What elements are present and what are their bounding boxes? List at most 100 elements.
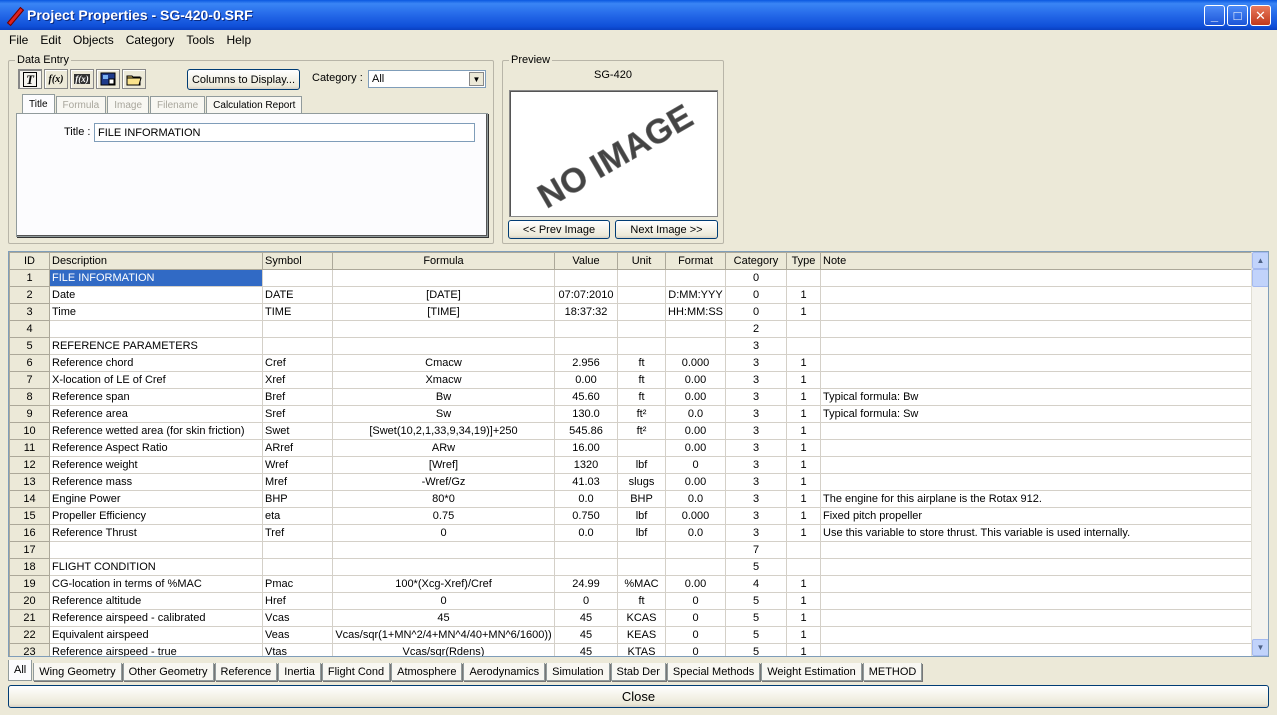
cell-value[interactable] xyxy=(554,541,618,559)
cell-format[interactable]: D:MM:YYY xyxy=(665,286,726,304)
cell-description[interactable]: Reference mass xyxy=(49,473,263,491)
scroll-thumb[interactable] xyxy=(1252,269,1268,287)
cell-format[interactable]: 0.0 xyxy=(665,490,726,508)
cell-format[interactable]: 0.00 xyxy=(665,422,726,440)
tab-aerodynamics[interactable]: Aerodynamics xyxy=(463,663,546,681)
cell-note[interactable] xyxy=(820,422,1257,440)
cell-formula[interactable] xyxy=(332,337,555,355)
table-row[interactable]: 17 7 xyxy=(9,541,1257,559)
cell-description[interactable]: REFERENCE PARAMETERS xyxy=(49,337,263,355)
cell-id[interactable]: 16 xyxy=(9,524,50,542)
cell-type[interactable] xyxy=(786,558,821,576)
cell-description[interactable]: X-location of LE of Cref xyxy=(49,371,263,389)
cell-id[interactable]: 4 xyxy=(9,320,50,338)
cell-description[interactable]: Reference wetted area (for skin friction… xyxy=(49,422,263,440)
cell-format[interactable]: 0 xyxy=(665,609,726,627)
cell-id[interactable]: 14 xyxy=(9,490,50,508)
cell-value[interactable]: 2.956 xyxy=(554,354,618,372)
menu-file[interactable]: File xyxy=(3,33,34,47)
cell-category[interactable]: 0 xyxy=(725,269,787,287)
cell-symbol[interactable]: Veas xyxy=(262,626,333,644)
cell-id[interactable]: 23 xyxy=(9,643,50,656)
cell-value[interactable]: 0 xyxy=(554,592,618,610)
cell-unit[interactable] xyxy=(617,286,666,304)
cell-value[interactable]: 41.03 xyxy=(554,473,618,491)
cell-category[interactable]: 3 xyxy=(725,490,787,508)
cell-formula[interactable] xyxy=(332,320,555,338)
cell-format[interactable] xyxy=(665,269,726,287)
cell-description[interactable]: Time xyxy=(49,303,263,321)
cell-formula[interactable]: Sw xyxy=(332,405,555,423)
cell-type[interactable]: 1 xyxy=(786,286,821,304)
cell-value[interactable] xyxy=(554,269,618,287)
cell-note[interactable] xyxy=(820,643,1257,656)
cell-id[interactable]: 9 xyxy=(9,405,50,423)
cell-format[interactable]: 0.00 xyxy=(665,473,726,491)
cell-id[interactable]: 17 xyxy=(9,541,50,559)
minimize-button[interactable]: _ xyxy=(1204,5,1225,26)
cell-note[interactable] xyxy=(820,626,1257,644)
cell-type[interactable] xyxy=(786,337,821,355)
vertical-scrollbar[interactable]: ▲ ▼ xyxy=(1251,252,1268,656)
cell-id[interactable]: 22 xyxy=(9,626,50,644)
close-window-button[interactable]: ✕ xyxy=(1250,5,1271,26)
cell-description[interactable] xyxy=(49,320,263,338)
cell-category[interactable]: 0 xyxy=(725,303,787,321)
cell-description[interactable]: Reference area xyxy=(49,405,263,423)
cell-id[interactable]: 1 xyxy=(9,269,50,287)
cell-value[interactable]: 0.0 xyxy=(554,490,618,508)
table-row[interactable]: 19 CG-location in terms of %MAC Pmac 100*(X… xyxy=(9,575,1257,593)
prev-image-button[interactable]: << Prev Image xyxy=(508,220,610,239)
title-field[interactable]: FILE INFORMATION xyxy=(94,123,475,142)
table-row[interactable]: 42 xyxy=(9,320,1257,338)
cell-category[interactable]: 3 xyxy=(725,456,787,474)
cell-id[interactable]: 5 xyxy=(9,337,50,355)
cell-value[interactable]: 45 xyxy=(554,643,618,656)
cell-formula[interactable] xyxy=(332,269,555,287)
cell-format[interactable] xyxy=(665,558,726,576)
cell-symbol[interactable] xyxy=(262,337,333,355)
cell-symbol[interactable]: TIME xyxy=(262,303,333,321)
table-row[interactable]: 9 Reference area Sref Sw 130.0 ft² 0.0 3 1 Typica… xyxy=(9,405,1257,423)
category-select[interactable]: All ▼ xyxy=(368,70,486,88)
cell-symbol[interactable]: Swet xyxy=(262,422,333,440)
tab-atmosphere[interactable]: Atmosphere xyxy=(391,663,463,681)
cell-note[interactable] xyxy=(820,439,1257,457)
cell-note[interactable] xyxy=(820,269,1257,287)
table-row[interactable]: 7 X-location of LE of Cref Xref Xmacw 0.00 ft… xyxy=(9,371,1257,389)
cell-category[interactable]: 4 xyxy=(725,575,787,593)
cell-note[interactable]: Typical formula: Bw xyxy=(820,388,1257,406)
cell-symbol[interactable]: eta xyxy=(262,507,333,525)
cell-symbol[interactable]: Vtas xyxy=(262,643,333,656)
cell-unit[interactable]: slugs xyxy=(617,473,666,491)
cell-id[interactable]: 3 xyxy=(9,303,50,321)
cell-id[interactable]: 6 xyxy=(9,354,50,372)
cell-category[interactable]: 5 xyxy=(725,643,787,656)
cell-symbol[interactable]: Wref xyxy=(262,456,333,474)
cell-format[interactable]: HH:MM:SS xyxy=(665,303,726,321)
cell-id[interactable]: 7 xyxy=(9,371,50,389)
properties-grid[interactable]: ID Description Symbol Formula Value Unit… xyxy=(8,251,1269,657)
cell-formula[interactable]: Vcas/sqr(1+MN^2/4+MN^4/40+MN^6/1600)) xyxy=(332,626,555,644)
col-header-description[interactable]: Description xyxy=(49,252,263,270)
cell-format[interactable]: 0.00 xyxy=(665,575,726,593)
cell-type[interactable]: 1 xyxy=(786,439,821,457)
cell-symbol[interactable] xyxy=(262,558,333,576)
cell-format[interactable]: 0 xyxy=(665,592,726,610)
table-row[interactable]: 1 FILE INFORMATION 0 xyxy=(9,269,1257,287)
cell-value[interactable] xyxy=(554,558,618,576)
table-row[interactable]: 16 Reference Thrust Tref 0 0.0 lbf 0.0 3 1 Use th… xyxy=(9,524,1257,542)
cell-note[interactable] xyxy=(820,456,1257,474)
cell-category[interactable]: 3 xyxy=(725,422,787,440)
cell-id[interactable]: 2 xyxy=(9,286,50,304)
columns-to-display-button[interactable]: Columns to Display... xyxy=(187,69,300,90)
tab-flight-cond[interactable]: Flight Cond xyxy=(321,663,391,681)
folder-icon[interactable] xyxy=(122,69,146,89)
cell-description[interactable]: Reference weight xyxy=(49,456,263,474)
table-row[interactable]: 14 Engine Power BHP 80*0 0.0 BHP 0.0 3 1 The engi… xyxy=(9,490,1257,508)
cell-formula[interactable]: Cmacw xyxy=(332,354,555,372)
cell-type[interactable]: 1 xyxy=(786,592,821,610)
cell-category[interactable]: 3 xyxy=(725,473,787,491)
cell-description[interactable]: Reference chord xyxy=(49,354,263,372)
cell-value[interactable]: 18:37:32 xyxy=(554,303,618,321)
